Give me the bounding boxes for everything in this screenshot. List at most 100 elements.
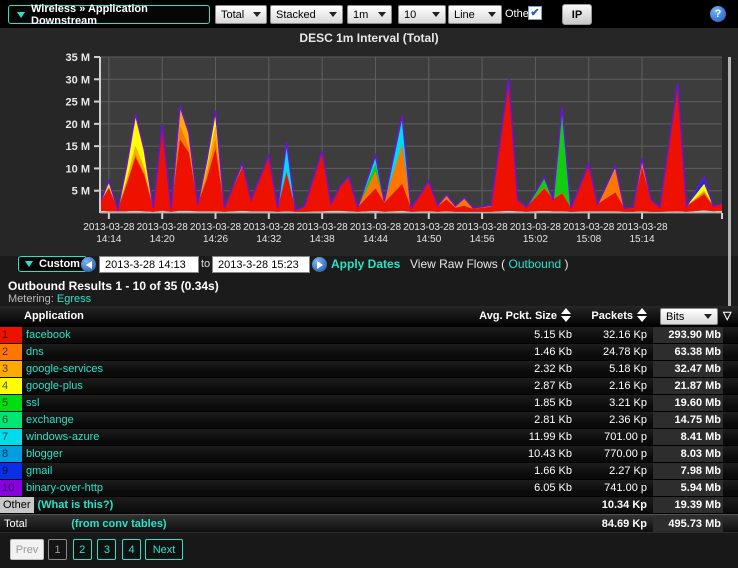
svg-text:15 M: 15 M: [66, 141, 90, 153]
svg-text:10 M: 10 M: [66, 163, 90, 175]
table-row[interactable]: 9 gmail 1.66 Kb2.27 Kp 7.98 Mb: [0, 463, 738, 480]
table-row[interactable]: 7windows-azure11.99 Kb701.00 p8.41 Mb: [0, 429, 738, 446]
avg-packet-size-value: 1.66 Kb: [460, 463, 572, 479]
rank-badge: 7: [0, 429, 22, 445]
rank-badge: 10: [0, 480, 22, 496]
bits-value: 8.03 Mb: [653, 446, 723, 462]
table-row[interactable]: 4google-plus2.87 Kb2.16 Kp21.87 Mb: [0, 378, 738, 395]
stacked-select[interactable]: Stacked: [270, 5, 343, 24]
total-label: Total: [4, 518, 27, 530]
table-row[interactable]: 8blogger10.43 Kb770.00 p8.03 Mb: [0, 446, 738, 463]
table-row[interactable]: 3google-services2.32 Kb5.18 Kp32.47 Mb: [0, 361, 738, 378]
custom-range-label: Custom: [39, 258, 80, 270]
table-row[interactable]: 5ssl1.85 Kb3.21 Kp19.60 Mb: [0, 395, 738, 412]
bits-value: 32.47 Mb: [653, 361, 723, 377]
packets-value: 2.27 Kp: [575, 463, 647, 479]
apply-dates-button[interactable]: Apply Dates: [331, 257, 400, 271]
packets-value: 2.36 Kp: [575, 412, 647, 428]
rank-badge: 2: [0, 344, 22, 360]
rank-badge: 9: [0, 463, 22, 479]
packets-value: 32.16 Kp: [575, 327, 647, 343]
total-select[interactable]: Total: [215, 5, 267, 24]
svg-text:25 M: 25 M: [66, 97, 90, 109]
application-link[interactable]: ssl: [26, 397, 39, 409]
svg-text:35 M: 35 M: [66, 52, 90, 64]
chevron-down-icon: [432, 12, 440, 17]
svg-text:30 M: 30 M: [66, 74, 90, 86]
pagination-bar: Prev Next 1234: [0, 532, 738, 568]
conv-tables-link[interactable]: (from conv tables): [71, 518, 166, 530]
table-row[interactable]: 10 binary-over-http 6.05 Kb741.00 p 5.94 Mb: [0, 480, 738, 497]
sort-packets-button[interactable]: [637, 308, 647, 322]
svg-text:5 M: 5 M: [72, 186, 90, 198]
application-link[interactable]: gmail: [26, 465, 52, 477]
help-icon[interactable]: ?: [710, 6, 726, 22]
other-checkbox[interactable]: ✔: [528, 6, 542, 20]
view-raw-flows: View Raw Flows ( Outbound ): [410, 257, 569, 271]
bits-value: 21.87 Mb: [653, 378, 723, 394]
date-from-input[interactable]: 2013-3-28 14:13: [99, 256, 199, 273]
rank-badge: 3: [0, 361, 22, 377]
application-link[interactable]: blogger: [26, 448, 63, 460]
date-to-input[interactable]: 2013-3-28 15:23: [212, 256, 310, 273]
packets-value: 2.16 Kp: [575, 378, 647, 394]
outbound-link[interactable]: Outbound: [508, 257, 561, 271]
custom-range-button[interactable]: Custom: [18, 256, 87, 272]
view-raw-suffix: ): [565, 257, 569, 271]
table-row[interactable]: 1facebook5.15 Kb32.16 Kp293.90 Mb: [0, 327, 738, 344]
next-page-button[interactable]: Next: [145, 539, 183, 560]
avg-packet-size-value: 2.81 Kb: [460, 412, 572, 428]
packets-value: 741.00 p: [575, 480, 647, 496]
avg-packet-size-value: 6.05 Kb: [460, 480, 572, 496]
avg-packet-size-value: 2.87 Kb: [460, 378, 572, 394]
bits-value: 7.98 Mb: [653, 463, 723, 479]
application-link[interactable]: dns: [26, 346, 44, 358]
other-bits: 19.39 Mb: [653, 497, 723, 513]
prev-page-button[interactable]: Prev: [10, 539, 44, 560]
shift-range-forward-button[interactable]: [312, 257, 327, 272]
stacked-select-value: Stacked: [276, 9, 316, 21]
row-count-select-value: 10: [404, 9, 416, 21]
avg-packet-size-value: 1.46 Kb: [460, 344, 572, 360]
application-link[interactable]: google-services: [26, 363, 103, 375]
table-row[interactable]: 6exchange2.81 Kb2.36 Kp14.75 Mb: [0, 412, 738, 429]
what-is-this-link[interactable]: (What is this?): [38, 499, 114, 511]
application-link[interactable]: windows-azure: [26, 431, 99, 443]
units-select-value: Bits: [666, 311, 684, 323]
packets-value: 701.00 p: [575, 429, 647, 445]
shift-range-back-button[interactable]: [81, 257, 96, 272]
dropdown-triangle-icon: [17, 12, 25, 18]
bits-value: 293.90 Mb: [653, 327, 723, 343]
report-selector[interactable]: Wireless » Application Downstream: [8, 5, 210, 24]
ip-button[interactable]: IP: [562, 4, 592, 25]
arrow-right-icon: [317, 261, 323, 269]
bits-value: 5.94 Mb: [653, 480, 723, 496]
units-select[interactable]: Bits: [660, 308, 718, 325]
application-link[interactable]: exchange: [26, 414, 74, 426]
page-button-2[interactable]: 2: [73, 539, 92, 560]
other-badge: Other: [0, 497, 34, 513]
avg-packet-size-value: 1.85 Kb: [460, 395, 572, 411]
page-button-4[interactable]: 4: [122, 539, 141, 560]
results-summary: Outbound Results 1 - 10 of 35 (0.34s): [8, 279, 219, 293]
chevron-down-icon: [329, 12, 337, 17]
chart-type-select[interactable]: Line: [448, 5, 502, 24]
sort-desc-icon: [637, 316, 647, 322]
application-link[interactable]: binary-over-http: [26, 482, 103, 494]
avg-packet-size-value: 11.99 Kb: [460, 429, 572, 445]
table-row[interactable]: 2dns1.46 Kb24.78 Kp63.38 Mb: [0, 344, 738, 361]
application-link[interactable]: google-plus: [26, 380, 83, 392]
page-button-1[interactable]: 1: [48, 539, 67, 560]
total-select-value: Total: [221, 9, 244, 21]
page-button-3[interactable]: 3: [97, 539, 116, 560]
row-count-select[interactable]: 10: [398, 5, 446, 24]
view-raw-prefix: View Raw Flows (: [410, 257, 505, 271]
filter-icon[interactable]: ▽: [723, 309, 731, 322]
interval-select[interactable]: 1m: [347, 5, 392, 24]
application-link[interactable]: facebook: [26, 329, 71, 341]
chevron-down-icon: [704, 314, 712, 319]
egress-link[interactable]: Egress: [57, 293, 91, 305]
rank-badge: 1: [0, 327, 22, 343]
sort-avg-button[interactable]: [561, 308, 571, 322]
metering-line: Metering: Egress: [8, 293, 91, 305]
